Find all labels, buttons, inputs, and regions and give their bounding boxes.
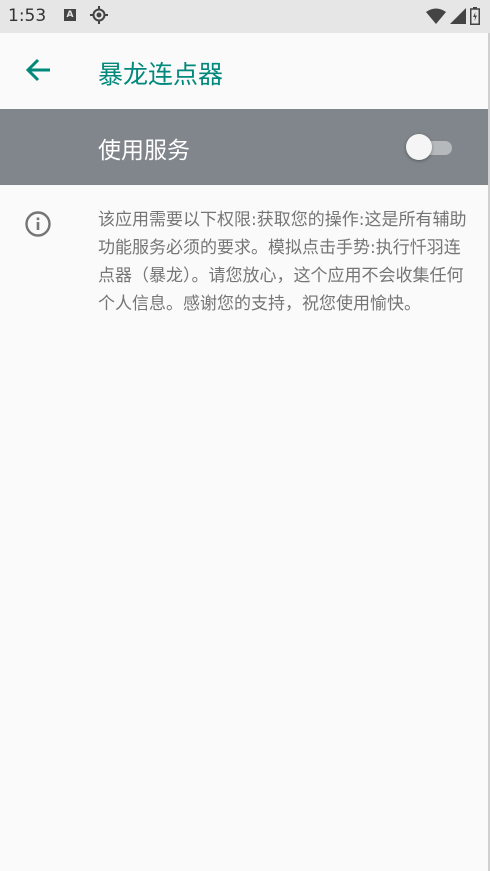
location-icon <box>90 6 108 24</box>
status-time: 1:53 <box>8 6 47 26</box>
a-notification-icon: A <box>64 9 76 21</box>
arrow-back-icon[interactable] <box>24 55 54 85</box>
signal-icon <box>450 8 466 24</box>
battery-icon <box>470 7 480 25</box>
info-icon <box>25 211 51 237</box>
use-service-label: 使用服务 <box>98 138 190 164</box>
toggle-thumb <box>406 134 432 160</box>
page-title: 暴龙连点器 <box>98 60 224 89</box>
use-service-toggle[interactable] <box>406 134 454 160</box>
wifi-icon <box>426 8 446 24</box>
service-description: 该应用需要以下权限:获取您的操作:这是所有辅助功能服务必须的要求。模拟点击手势:… <box>98 210 467 314</box>
use-service-row[interactable]: 使用服务 <box>0 109 490 185</box>
app-bar: 暴龙连点器 <box>0 33 490 109</box>
status-bar: 1:53 A <box>0 0 490 33</box>
status-right-icons <box>426 7 480 25</box>
